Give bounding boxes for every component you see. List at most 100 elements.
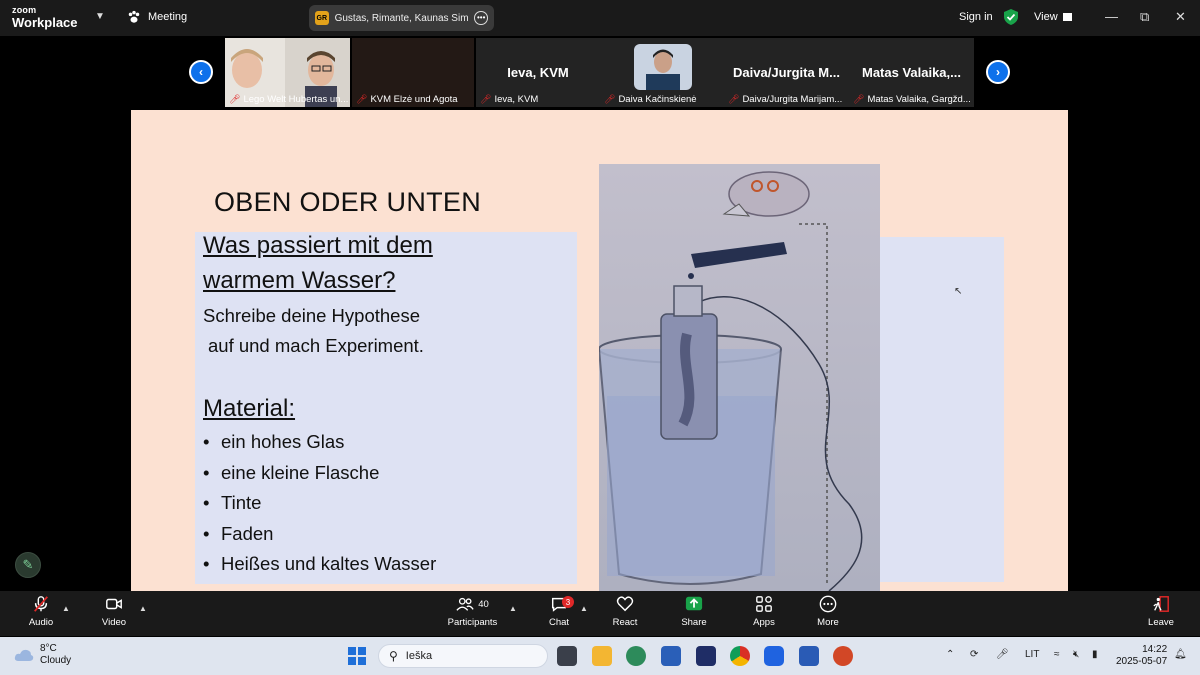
heart-icon <box>616 596 634 612</box>
react-button[interactable]: React <box>609 591 641 628</box>
windows-start-icon[interactable] <box>348 647 366 665</box>
weather-widget[interactable]: 8°C Cloudy <box>14 643 71 667</box>
paw-icon <box>128 10 140 23</box>
weather-condition: Cloudy <box>40 655 72 666</box>
leave-button[interactable]: Leave <box>1146 591 1176 628</box>
video-camera-icon <box>106 598 122 610</box>
logo-line2: Workplace <box>12 15 78 30</box>
word-icon[interactable] <box>799 646 819 666</box>
video-tile[interactable]: 🎤︎ Daiva Kačinskienė <box>600 38 724 107</box>
security-shield-icon[interactable] <box>1004 9 1018 25</box>
meeting-controls-toolbar: Audio ▲ Video ▲ 40 Participants ▲ 3 Chat… <box>0 591 1200 636</box>
share-label: Share <box>681 617 707 628</box>
material-list: • ein hohes Glas • eine kleine Flasche • Ti… <box>203 431 436 584</box>
zoom-app-icon[interactable] <box>764 646 784 666</box>
next-page-button[interactable]: › <box>986 60 1010 84</box>
more-button[interactable]: More <box>813 591 843 628</box>
minimize-icon[interactable]: — <box>1105 9 1118 24</box>
annotate-pencil-icon[interactable]: ✎ <box>15 552 41 578</box>
logo-line1: zoom <box>12 5 37 15</box>
volume-muted-icon[interactable]: 🔇︎ <box>1073 649 1079 660</box>
participants-options-caret-icon[interactable]: ▲ <box>509 604 517 613</box>
video-options-caret-icon[interactable]: ▲ <box>139 604 147 613</box>
input-language[interactable]: LIT <box>1025 649 1039 660</box>
question-line2: warmem Wasser? <box>203 267 396 294</box>
chat-unread-badge: 3 <box>562 596 574 608</box>
notification-bell-icon[interactable]: 🔔︎ <box>1174 649 1187 660</box>
prev-page-button[interactable]: ‹ <box>189 60 213 84</box>
restore-icon[interactable]: ⧉ <box>1140 9 1149 25</box>
video-tile[interactable]: 🎤︎ Lego Welt Hubertas un... <box>225 38 350 107</box>
wifi-icon[interactable]: ≈ <box>1054 649 1060 660</box>
windows-taskbar: 8°C Cloudy ⚲ Ieška ⌃ ⟳ 🎤︎ LIT ≈ 🔇︎ ▮ 14:… <box>0 637 1200 675</box>
audio-options-caret-icon[interactable]: ▲ <box>62 604 70 613</box>
file-explorer-icon[interactable] <box>592 646 612 666</box>
muted-mic-icon: 🎤︎ <box>853 94 865 104</box>
search-placeholder: Ieška <box>405 650 433 662</box>
zoom-workplace-logo[interactable]: zoom Workplace <box>12 5 78 30</box>
shared-screen-slide: OBEN ODER UNTEN Was passiert mit dem war… <box>131 110 1068 591</box>
more-options-icon[interactable]: ••• <box>474 11 489 25</box>
list-item: • Tinte <box>203 492 262 513</box>
participant-name: 🎤︎ Daiva Kačinskienė <box>604 94 697 105</box>
participants-button[interactable]: 40 Participants <box>445 591 500 628</box>
video-tile[interactable]: Matas Valaika,... 🎤︎ Matas Valaika, Gargž… <box>849 38 974 107</box>
microphone-icon[interactable]: 🎤︎ <box>996 649 1009 660</box>
chat-options-caret-icon[interactable]: ▲ <box>580 604 588 613</box>
more-dots-icon <box>819 595 837 613</box>
apps-grid-icon <box>756 596 772 612</box>
muted-mic-icon: 🎤︎ <box>728 94 740 104</box>
leave-door-icon <box>1153 596 1169 612</box>
video-tile[interactable]: Ieva, KVM 🎤︎ Ieva, KVM <box>476 38 600 107</box>
chat-label: Chat <box>548 617 570 628</box>
hypothesis-line2: auf und mach Experiment. <box>208 335 424 356</box>
share-button[interactable]: Share <box>679 591 709 628</box>
participant-name: 🎤︎ Daiva/Jurgita Marijam... <box>728 94 843 105</box>
video-label: Video <box>101 617 127 628</box>
react-label: React <box>612 617 638 628</box>
meeting-topic-pill[interactable]: GR Gustas, Rimante, Kaunas Simonas ••• <box>309 5 494 31</box>
participant-name: 🎤︎ KVM Elzė und Agota <box>356 94 458 105</box>
close-icon[interactable]: ✕ <box>1175 9 1186 25</box>
view-button[interactable]: View <box>1034 11 1072 23</box>
list-item: • Faden <box>203 522 274 544</box>
show-hidden-icons-icon[interactable]: ⌃ <box>946 649 954 660</box>
question-line1: Was passiert mit dem <box>203 232 433 259</box>
video-button[interactable]: Video <box>99 591 129 628</box>
meeting-info-button[interactable]: Meeting <box>127 10 187 24</box>
mouse-cursor-icon: ↖ <box>954 286 963 297</box>
grid-view-icon <box>1062 13 1072 21</box>
muted-mic-icon: 🎤︎ <box>229 94 241 104</box>
edge-browser-icon[interactable] <box>626 646 646 666</box>
task-view-icon[interactable] <box>557 646 577 666</box>
system-clock[interactable]: 14:22 2025-05-07 <box>1116 644 1167 668</box>
participant-big-name: Matas Valaika,... <box>861 65 961 80</box>
clock-date: 2025-05-07 <box>1116 656 1168 667</box>
powerpoint-icon[interactable] <box>833 646 853 666</box>
chat-button[interactable]: 3 Chat <box>545 591 574 628</box>
sync-icon[interactable]: ⟳ <box>970 649 978 660</box>
apps-button[interactable]: Apps <box>749 591 779 628</box>
slide-text-box: Was passiert mit dem warmem Wasser? Schr… <box>195 232 577 584</box>
meeting-label: Meeting <box>148 11 188 23</box>
sign-in-link[interactable]: Sign in <box>959 11 993 23</box>
battery-icon[interactable]: ▮ <box>1092 649 1098 660</box>
slide-right-panel <box>879 237 1004 582</box>
video-tile[interactable]: Daiva/Jurgita M... 🎤︎ Daiva/Jurgita Marij… <box>724 38 849 107</box>
video-tile[interactable]: 🎤︎ KVM Elzė und Agota <box>352 38 474 107</box>
participant-big-name: Daiva/Jurgita M... <box>733 65 840 80</box>
taskbar-search-box[interactable]: ⚲ Ieška <box>378 644 548 668</box>
leave-label: Leave <box>1148 617 1174 628</box>
participant-name: 🎤︎ Lego Welt Hubertas un... <box>229 94 349 105</box>
audio-button[interactable]: Audio <box>26 591 56 628</box>
participant-big-name: Ieva, KVM <box>507 65 569 80</box>
participants-label: Participants <box>447 617 498 628</box>
participant-name: 🎤︎ Ieva, KVM <box>480 94 539 105</box>
chevron-down-icon[interactable]: ▼ <box>95 11 105 22</box>
chrome-icon[interactable] <box>730 646 750 666</box>
muted-mic-icon: 🎤︎ <box>480 94 492 104</box>
app-icon[interactable] <box>696 646 716 666</box>
store-icon[interactable] <box>661 646 681 666</box>
share-screen-icon <box>685 596 703 611</box>
material-heading: Material: <box>203 395 296 422</box>
